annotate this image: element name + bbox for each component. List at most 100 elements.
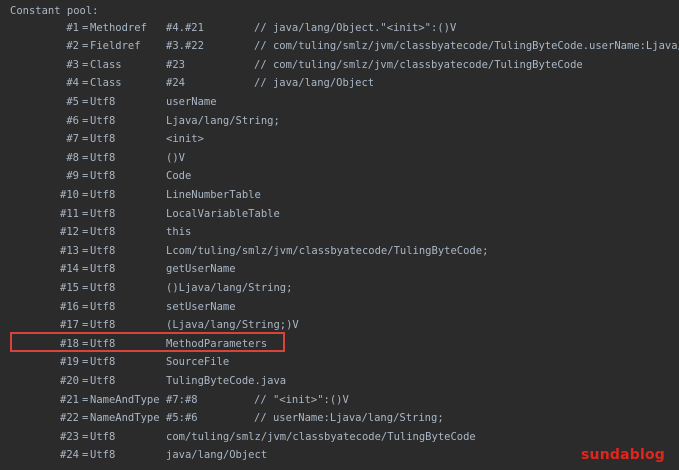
- entry-value: SourceFile: [166, 356, 230, 369]
- entry-value: TulingByteCode.java: [166, 374, 287, 387]
- constant-pool-row: #16 = Utf8 setUserName: [0, 298, 679, 317]
- entry-value: #24: [166, 77, 185, 90]
- equals-sign: =: [82, 21, 89, 34]
- entry-value: LineNumberTable: [166, 188, 261, 201]
- entry-comment: // "<init>":()V: [254, 393, 349, 406]
- constant-pool-row: #14 = Utf8 getUserName: [0, 260, 679, 279]
- constant-pool-row: #10 = Utf8 LineNumberTable: [0, 186, 679, 205]
- entry-comment: // userName:Ljava/lang/String;: [254, 412, 444, 425]
- constant-pool-row: #19 = Utf8 SourceFile: [0, 353, 679, 372]
- entry-type: Utf8: [90, 263, 116, 276]
- entry-index: #12: [60, 226, 79, 239]
- entry-type: Utf8: [90, 133, 116, 146]
- entry-value: setUserName: [166, 300, 236, 313]
- entry-type: Utf8: [90, 300, 116, 313]
- equals-sign: =: [82, 114, 89, 127]
- entry-comment: // com/tuling/smlz/jvm/classbyatecode/Tu…: [254, 40, 679, 53]
- constant-pool-row: #11 = Utf8 LocalVariableTable: [0, 205, 679, 224]
- constant-pool-header: Constant pool:: [10, 5, 99, 17]
- entry-type: Utf8: [90, 95, 116, 108]
- entry-value: userName: [166, 95, 217, 108]
- entry-value: Lcom/tuling/smlz/jvm/classbyatecode/Tuli…: [166, 244, 489, 257]
- equals-sign: =: [82, 244, 89, 257]
- entry-type: Utf8: [90, 281, 116, 294]
- entry-value: #23: [166, 58, 185, 71]
- entry-type: Utf8: [90, 430, 116, 443]
- entry-type: Utf8: [90, 170, 116, 183]
- entry-type: NameAndType: [90, 412, 160, 425]
- equals-sign: =: [82, 151, 89, 164]
- equals-sign: =: [82, 374, 89, 387]
- entry-value: #4.#21: [166, 21, 204, 34]
- entry-index: #19: [60, 356, 79, 369]
- constant-pool-row: #23 = Utf8 com/tuling/smlz/jvm/classbyateco…: [0, 428, 679, 447]
- entry-index: #2: [66, 40, 79, 53]
- equals-sign: =: [82, 356, 89, 369]
- constant-pool-row: #7 = Utf8 <init>: [0, 130, 679, 149]
- entry-value: <init>: [166, 133, 204, 146]
- entry-comment: // com/tuling/smlz/jvm/classbyatecode/Tu…: [254, 58, 583, 71]
- constant-pool-row: #12 = Utf8 this: [0, 223, 679, 242]
- equals-sign: =: [82, 263, 89, 276]
- constant-pool-row: #2 = Fieldref #3.#22 // com/tuling/smlz/jvm/…: [0, 37, 679, 56]
- entry-type: Utf8: [90, 207, 116, 220]
- entry-value: LocalVariableTable: [166, 207, 280, 220]
- equals-sign: =: [82, 300, 89, 313]
- entry-type: Utf8: [90, 151, 116, 164]
- entry-index: #5: [66, 95, 79, 108]
- entry-type: Utf8: [90, 244, 116, 257]
- entry-type: Class: [90, 77, 122, 90]
- entry-type: Utf8: [90, 356, 116, 369]
- equals-sign: =: [82, 449, 89, 462]
- entry-index: #24: [60, 449, 79, 462]
- entry-index: #15: [60, 281, 79, 294]
- equals-sign: =: [82, 226, 89, 239]
- entry-index: #23: [60, 430, 79, 443]
- entry-index: #3: [66, 58, 79, 71]
- constant-pool-row: #3 = Class #23 // com/tuling/smlz/jvm/classb…: [0, 56, 679, 75]
- equals-sign: =: [82, 281, 89, 294]
- entry-index: #9: [66, 170, 79, 183]
- entry-index: #14: [60, 263, 79, 276]
- entry-type: Fieldref: [90, 40, 141, 53]
- equals-sign: =: [82, 133, 89, 146]
- entry-value: ()V: [166, 151, 185, 164]
- entry-comment: // java/lang/Object: [254, 77, 375, 90]
- equals-sign: =: [82, 393, 89, 406]
- entry-value: com/tuling/smlz/jvm/classbyatecode/Tulin…: [166, 430, 476, 443]
- entry-value: java/lang/Object: [166, 449, 268, 462]
- constant-pool-row: #8 = Utf8 ()V: [0, 149, 679, 168]
- entry-value: #5:#6: [166, 412, 198, 425]
- entry-index: #1: [66, 21, 79, 34]
- equals-sign: =: [82, 95, 89, 108]
- entry-index: #7: [66, 133, 79, 146]
- entry-index: #13: [60, 244, 79, 257]
- entry-type: Methodref: [90, 21, 147, 34]
- equals-sign: =: [82, 188, 89, 201]
- console-output: Constant pool: #1 = Methodref #4.#21// java…: [0, 0, 679, 470]
- entry-type: Class: [90, 58, 122, 71]
- constant-pool-row: #6 = Utf8 Ljava/lang/String;: [0, 112, 679, 131]
- constant-pool-row: #9 = Utf8 Code: [0, 167, 679, 186]
- equals-sign: =: [82, 40, 89, 53]
- constant-pool-row: #24 = Utf8 java/lang/Object: [0, 446, 679, 465]
- equals-sign: =: [82, 170, 89, 183]
- entry-type: Utf8: [90, 449, 116, 462]
- equals-sign: =: [82, 58, 89, 71]
- entry-index: #11: [60, 207, 79, 220]
- entry-index: #8: [66, 151, 79, 164]
- entry-index: #21: [60, 393, 79, 406]
- entry-type: NameAndType: [90, 393, 160, 406]
- constant-pool-row: #4 = Class #24 // java/lang/Object: [0, 74, 679, 93]
- constant-pool-row: #20 = Utf8 TulingByteCode.java: [0, 372, 679, 391]
- entry-index: #22: [60, 412, 79, 425]
- equals-sign: =: [82, 430, 89, 443]
- equals-sign: =: [82, 77, 89, 90]
- constant-pool-row: #22 = NameAndType #5:#6 // userName:Ljava/la…: [0, 409, 679, 428]
- entry-comment: // java/lang/Object."<init>":()V: [254, 21, 457, 34]
- constant-pool-row: #1 = Methodref #4.#21 // java/lang/Object."<…: [0, 19, 679, 38]
- entry-index: #20: [60, 374, 79, 387]
- constant-pool-row: #5 = Utf8 userName: [0, 93, 679, 112]
- entry-type: Utf8: [90, 374, 116, 387]
- constant-pool-row: #21 = NameAndType #7:#8 // "<init>":()V: [0, 391, 679, 410]
